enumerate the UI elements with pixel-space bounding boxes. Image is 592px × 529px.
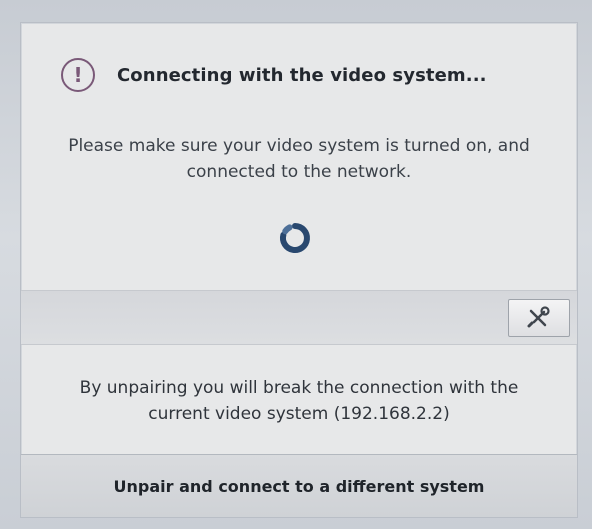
connection-message: Please make sure your video system is tu…: [41, 133, 557, 185]
message-line-1: Please make sure your video system is tu…: [68, 136, 530, 156]
unpair-button[interactable]: Unpair and connect to a different system: [21, 454, 577, 517]
loading-spinner-icon: [279, 223, 310, 253]
dialog-title: Connecting with the video system...: [117, 64, 487, 86]
unpair-button-label: Unpair and connect to a different system: [113, 476, 485, 496]
exclamation-circle-icon: !: [61, 58, 95, 92]
unpair-warning-line-1: By unpairing you will break the connecti…: [79, 378, 519, 398]
unpair-warning: By unpairing you will break the connecti…: [41, 375, 557, 427]
settings-tools-button[interactable]: [508, 299, 570, 337]
wrench-screwdriver-icon: [527, 306, 550, 328]
connecting-dialog: ! Connecting with the video system... Pl…: [20, 22, 578, 518]
message-line-2: connected to the network.: [186, 162, 412, 182]
dialog-header: ! Connecting with the video system...: [61, 58, 487, 92]
tools-bar: [21, 290, 577, 345]
unpair-warning-line-2: current video system (192.168.2.2): [148, 404, 450, 424]
